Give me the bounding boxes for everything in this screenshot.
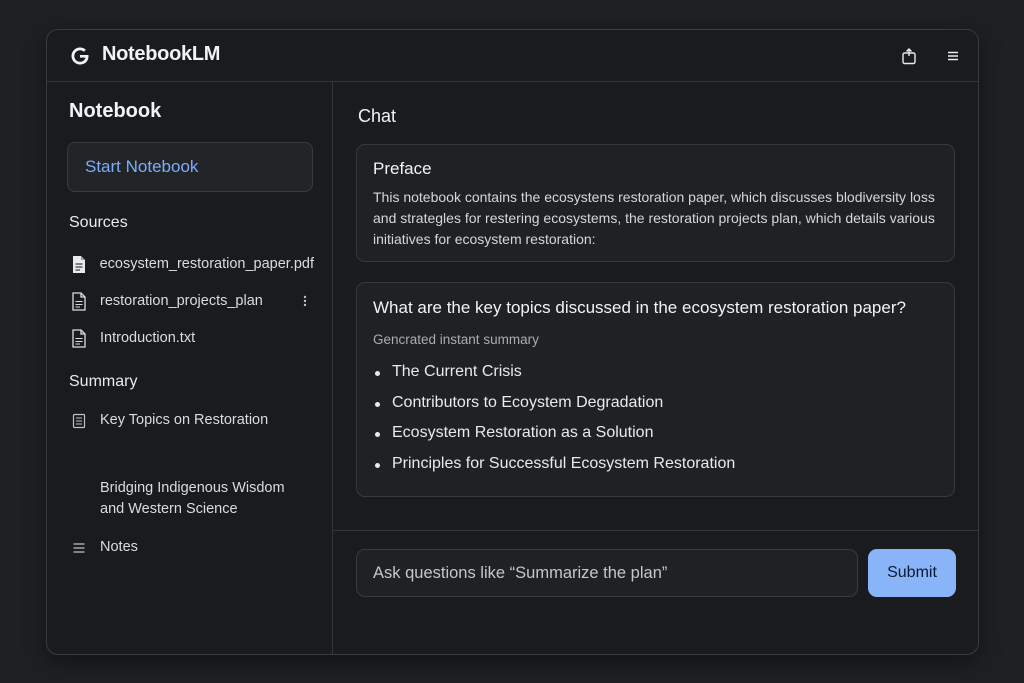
document-icon [69, 291, 89, 311]
divider [333, 530, 978, 531]
summary-item-label: Key Topics on Restoration [100, 412, 269, 428]
summary-item-key-topics[interactable]: Key Topics on Restoration [69, 410, 314, 431]
chat-title: Chat [358, 106, 397, 126]
list-icon [69, 538, 89, 558]
submit-button[interactable]: Submit [868, 549, 956, 597]
preface-card: Preface This notebook contains the ecosy… [356, 144, 955, 262]
summary-item-bridging-wisdom[interactable]: Bridging Indigenous Wisdom and Western S… [69, 478, 314, 520]
topic-text: Ecosystem Restoration as a Solution [392, 424, 654, 441]
bullet-icon [375, 432, 380, 437]
response-card: What are the key topics discussed in the… [356, 282, 955, 497]
generated-summary-label: Gencrated instant summary [373, 332, 539, 347]
app-window: NotebookLM Notebook Start Notebook Sourc… [46, 29, 979, 655]
summary-item-label: Notes [100, 539, 138, 555]
source-label: restoration_projects_plan [100, 293, 263, 309]
document-filled-icon [69, 254, 89, 274]
chat-input[interactable] [356, 549, 858, 597]
bullet-icon [375, 462, 380, 468]
preface-body: This notebook contains the ecosystens re… [373, 189, 935, 247]
bullet-icon [375, 371, 380, 376]
sidebar-title: Notebook [69, 100, 162, 122]
chat-question: What are the key topics discussed in the… [373, 298, 906, 317]
document-icon [69, 328, 89, 348]
summary-item-notes[interactable]: Notes [69, 537, 314, 558]
source-item-projects-plan[interactable]: restoration_projects_plan [69, 289, 314, 313]
list-item: Ecosystem Restoration as a Solution [373, 424, 735, 455]
summary-item-label: Bridging Indigenous Wisdom and Western S… [100, 480, 285, 517]
topic-text: Principles for Successful Ecosystem Rest… [392, 454, 736, 472]
app-name: NotebookLM [102, 43, 221, 65]
more-options-icon[interactable] [298, 292, 312, 310]
topic-text: Contributors to Ecoystem Degradation [392, 393, 664, 411]
preface-heading: Preface [373, 159, 432, 178]
menu-icon[interactable] [942, 45, 964, 67]
list-item: The Current Crisis [373, 363, 735, 394]
source-item-ecosystem-paper[interactable]: ecosystem_restoration_paper.pdf [69, 252, 314, 276]
note-icon [69, 411, 89, 431]
bullet-icon [375, 401, 380, 407]
topic-list: The Current Crisis Contributors to Ecoys… [373, 363, 735, 485]
summary-heading: Summary [69, 373, 138, 390]
share-icon[interactable] [898, 45, 920, 67]
source-item-introduction[interactable]: Introduction.txt [69, 326, 314, 350]
sidebar: Notebook Start Notebook Sources ecosyste… [47, 82, 333, 654]
title-bar: NotebookLM [47, 30, 978, 82]
start-notebook-button[interactable]: Start Notebook [67, 142, 313, 192]
google-logo-icon [69, 45, 91, 67]
source-label: ecosystem_restoration_paper.pdf [99, 256, 314, 272]
chat-panel: Chat Preface This notebook contains the … [333, 82, 978, 654]
list-item: Principles for Successful Ecosystem Rest… [373, 455, 735, 486]
topic-text: The Current Crisis [392, 363, 522, 380]
sources-heading: Sources [69, 214, 128, 231]
list-item: Contributors to Ecoystem Degradation [373, 394, 735, 425]
source-label: Introduction.txt [100, 330, 196, 346]
